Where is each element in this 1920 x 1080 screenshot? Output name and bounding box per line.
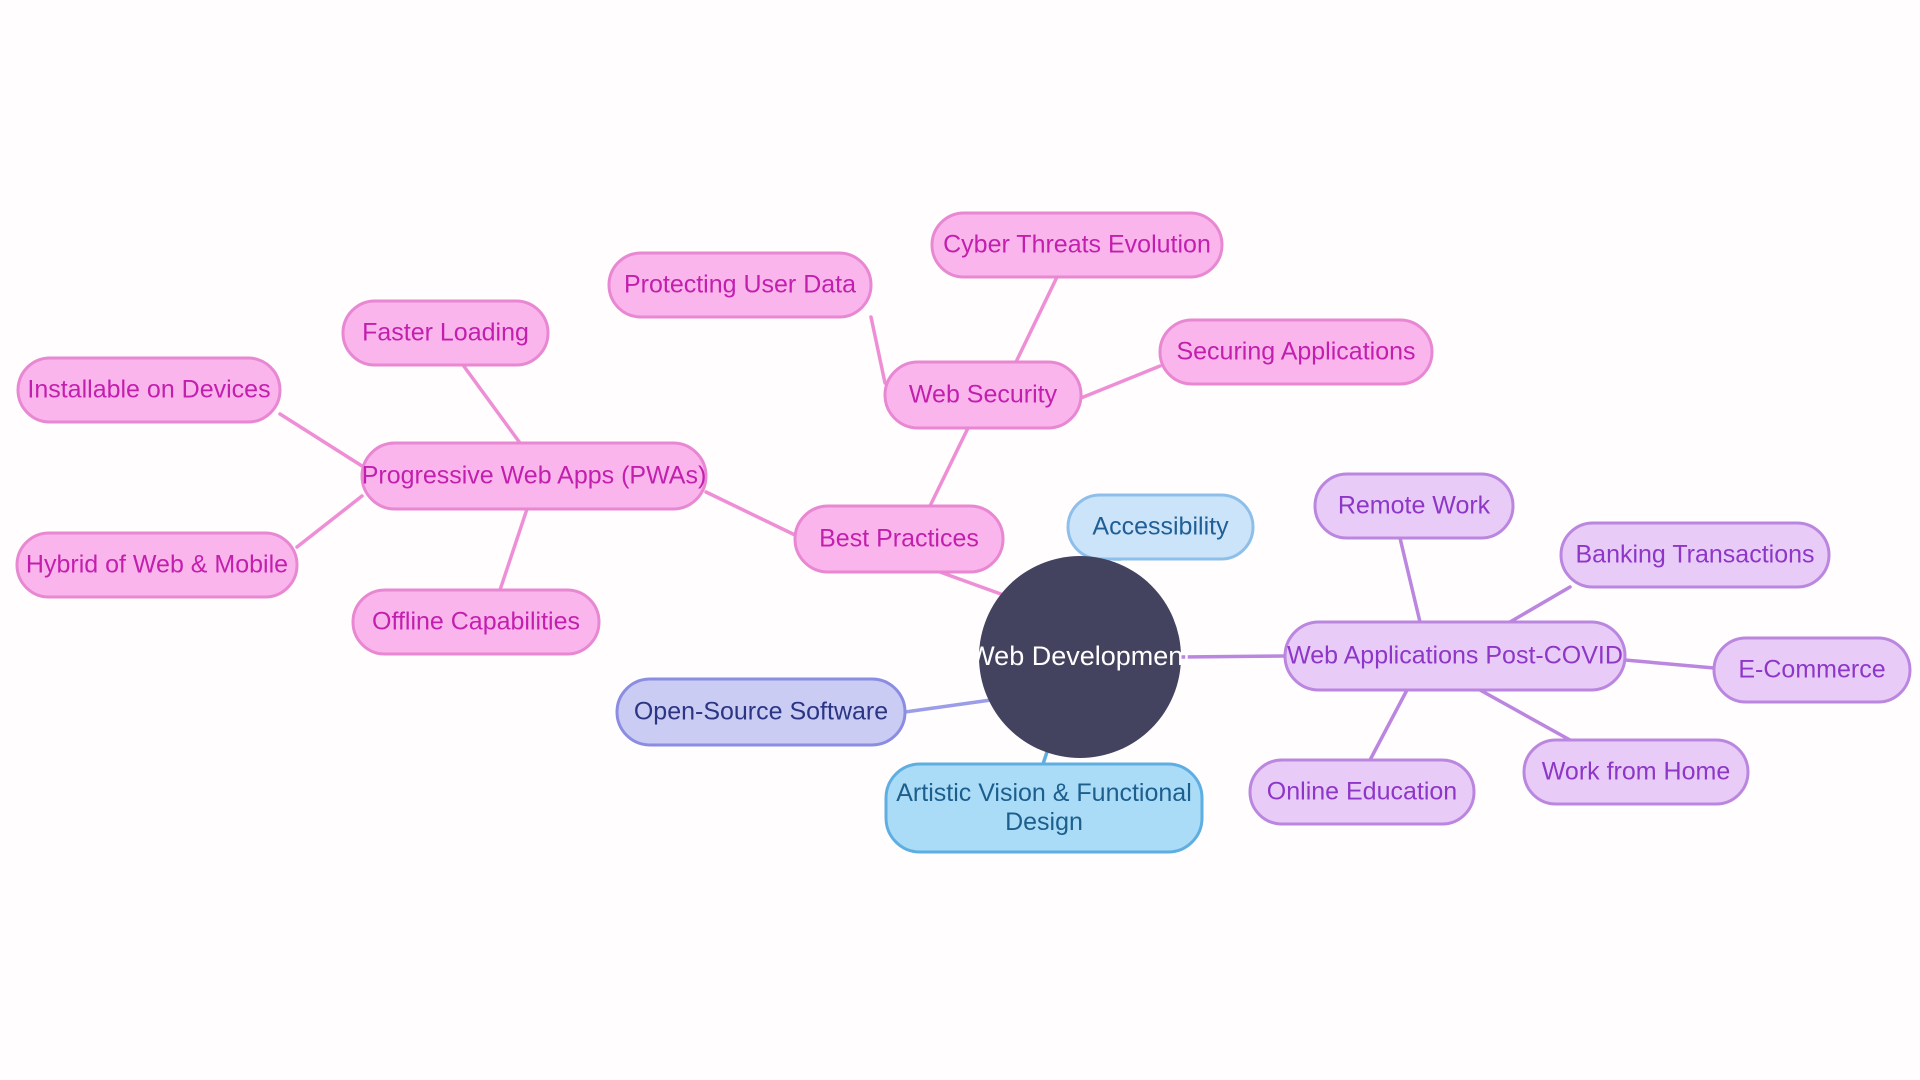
- mindmap-node[interactable]: Banking Transactions: [1559, 521, 1831, 589]
- mindmap-node-label: Hybrid of Web & Mobile: [26, 551, 288, 579]
- mindmap-node-label: E-Commerce: [1738, 656, 1885, 684]
- mindmap-node-label: Banking Transactions: [1575, 541, 1814, 569]
- mindmap-node-label: Faster Loading: [362, 319, 529, 347]
- mindmap-node-label: Progressive Web Apps (PWAs): [362, 462, 707, 490]
- mindmap-node[interactable]: Web Security: [883, 360, 1083, 430]
- mindmap-node[interactable]: Installable on Devices: [16, 356, 282, 424]
- mindmap-node[interactable]: Open-Source Software: [615, 677, 907, 747]
- mindmap-edge: [461, 363, 522, 445]
- mindmap-edge: [928, 426, 970, 508]
- mindmap-node[interactable]: Protecting User Data: [607, 251, 873, 319]
- mindmap-node[interactable]: Web Applications Post-COVID: [1283, 620, 1627, 692]
- mindmap-node-label: Web Security: [909, 381, 1058, 409]
- mindmap-edge: [1623, 658, 1716, 670]
- mindmap-edge: [278, 412, 364, 468]
- mindmap-svg: Installable on Devices Faster Loading Hybr…: [15, 211, 1912, 854]
- mindmap-node[interactable]: Remote Work: [1313, 472, 1515, 540]
- mindmap-node[interactable]: Cyber Threats Evolution: [930, 211, 1224, 279]
- mindmap-node-label: Cyber Threats Evolution: [943, 231, 1211, 259]
- mindmap-node-label: Protecting User Data: [624, 271, 856, 299]
- mindmap-canvas: Installable on Devices Faster Loading Hybr…: [0, 0, 1920, 1080]
- mindmap-node-label: Best Practices: [819, 525, 979, 553]
- mindmap-node[interactable]: Work from Home: [1522, 738, 1750, 806]
- mindmap-edge: [1079, 364, 1162, 400]
- mindmap-edge: [1508, 585, 1572, 624]
- mindmap-node[interactable]: Faster Loading: [341, 299, 550, 367]
- mindmap-edge: [1398, 536, 1422, 624]
- mindmap-edge: [498, 507, 529, 592]
- mindmap-node[interactable]: Best Practices: [793, 504, 1005, 574]
- mindmap-edge: [1014, 275, 1059, 364]
- mindmap-node-label: Remote Work: [1338, 492, 1491, 520]
- mindmap-node[interactable]: Securing Applications: [1158, 318, 1434, 386]
- mindmap-node-label: Work from Home: [1542, 758, 1730, 786]
- mindmap-edge: [1041, 750, 1049, 766]
- root-node-layer[interactable]: Web Development: [969, 556, 1191, 758]
- mindmap-edge: [1368, 688, 1409, 762]
- mindmap-node[interactable]: Progressive Web Apps (PWAs): [360, 441, 708, 511]
- mindmap-node-label: Securing Applications: [1176, 338, 1415, 366]
- mindmap-edge: [704, 490, 797, 537]
- mindmap-node[interactable]: Offline Capabilities: [351, 588, 601, 656]
- mindmap-edge: [938, 570, 1011, 599]
- mindmap-node-label: Offline Capabilities: [372, 608, 580, 636]
- mindmap-node[interactable]: Accessibility: [1066, 493, 1255, 561]
- mindmap-node-label: Open-Source Software: [634, 698, 888, 726]
- mindmap-node-label: Accessibility: [1092, 513, 1229, 541]
- mindmap-node-label: Web Applications Post-COVID: [1287, 642, 1623, 670]
- mindmap-edge: [903, 698, 993, 714]
- mindmap-edge: [869, 315, 887, 385]
- nodes-layer: Installable on Devices Faster Loading Hybr…: [15, 211, 1912, 854]
- mindmap-node[interactable]: Artistic Vision & Functional Design: [884, 762, 1204, 854]
- mindmap-node[interactable]: Hybrid of Web & Mobile: [15, 531, 299, 599]
- mindmap-edge: [295, 494, 364, 549]
- root-node-label: Web Development: [969, 641, 1191, 671]
- mindmap-node-label: Online Education: [1267, 778, 1457, 806]
- mindmap-edge: [1478, 688, 1572, 742]
- mindmap-node-label: Installable on Devices: [27, 376, 270, 404]
- mindmap-node[interactable]: Online Education: [1248, 758, 1476, 826]
- mindmap-node[interactable]: E-Commerce: [1712, 636, 1912, 704]
- mindmap-edge: [1179, 654, 1287, 659]
